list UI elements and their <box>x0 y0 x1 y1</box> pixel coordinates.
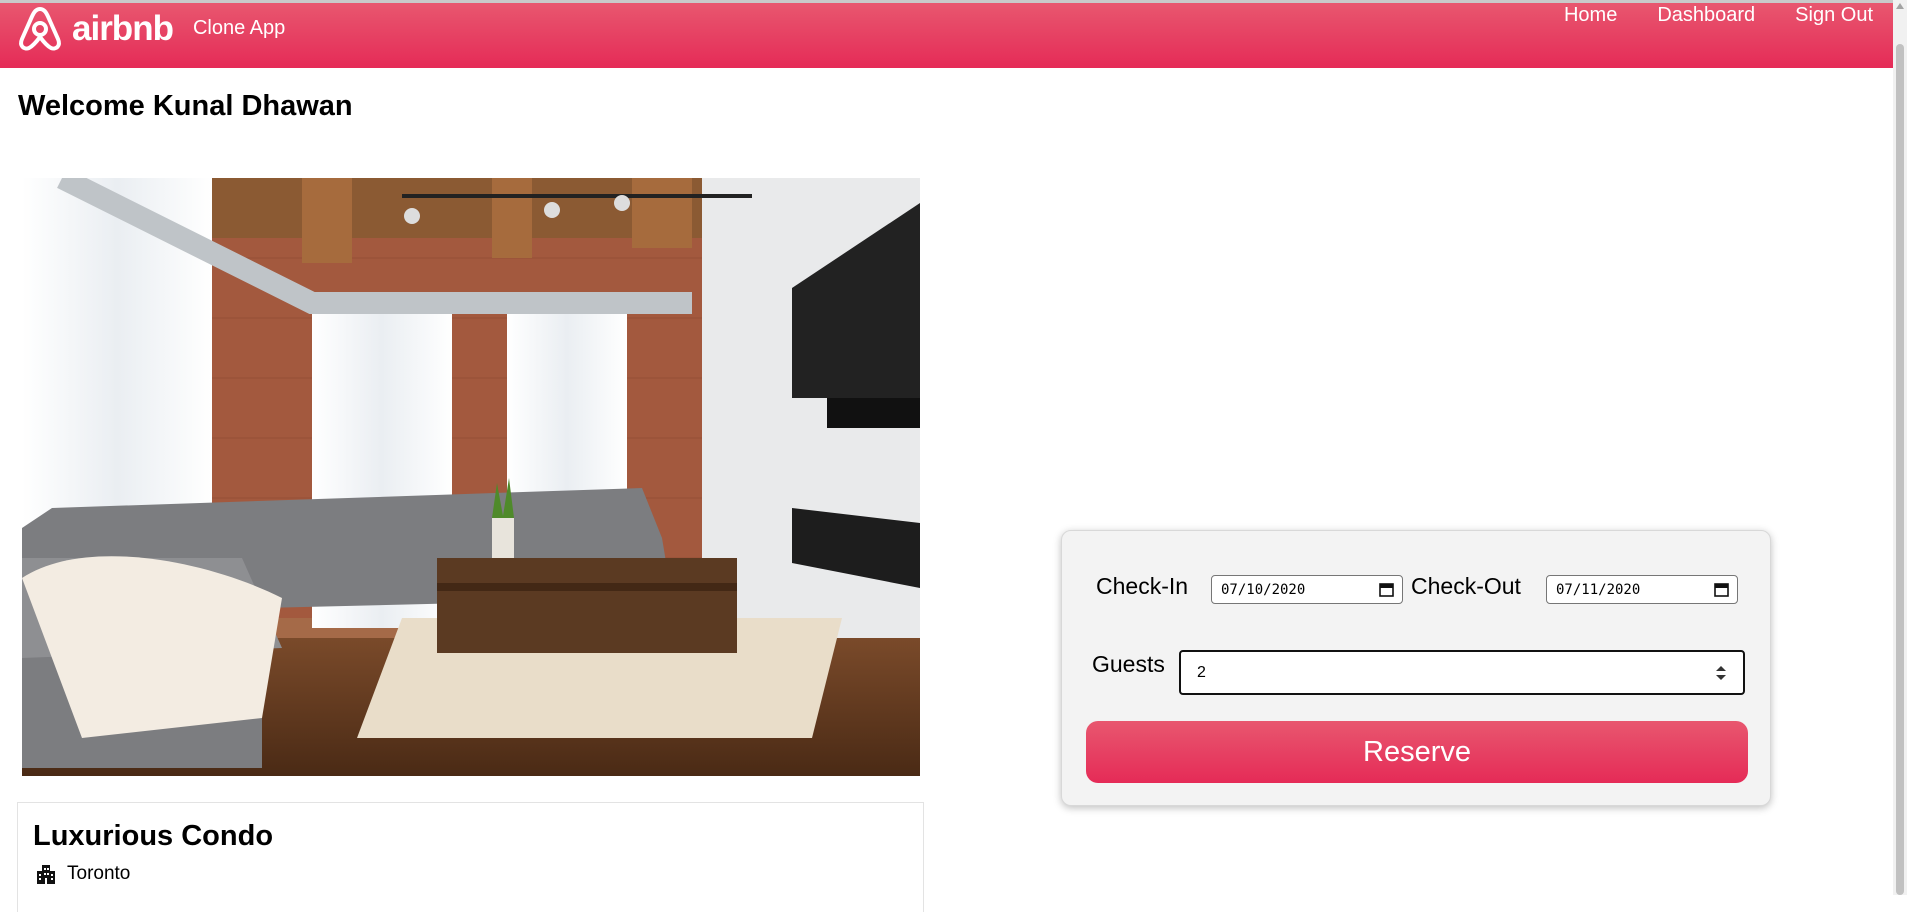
brand[interactable]: airbnb Clone App <box>16 5 285 51</box>
checkout-date-value: 07/11/2020 <box>1556 581 1641 598</box>
checkin-label: Check-In <box>1096 573 1189 599</box>
airbnb-logo-icon <box>19 7 61 51</box>
location-text: Toronto <box>67 863 131 884</box>
nav-dashboard-link[interactable]: Dashboard <box>1657 4 1755 27</box>
nav-signout-link[interactable]: Sign Out <box>1795 4 1873 27</box>
city-buildings-icon <box>37 865 55 884</box>
brand-subtitle: Clone App <box>192 16 286 39</box>
listing-location: Toronto <box>35 863 130 885</box>
listing-title: Luxurious Condo <box>33 820 274 852</box>
scroll-thumb[interactable] <box>1896 44 1904 895</box>
guests-label: Guests <box>1092 651 1165 677</box>
checkout-label: Check-Out <box>1411 573 1521 599</box>
checkin-date-input[interactable]: 07/10/2020 <box>1211 575 1403 604</box>
reserve-button[interactable]: Reserve <box>1086 721 1748 783</box>
main-nav: Home Dashboard Sign Out <box>1524 4 1873 27</box>
page-scrollbar[interactable] <box>1893 0 1907 895</box>
guests-value: 2 <box>1197 663 1206 681</box>
calendar-icon[interactable] <box>1714 582 1729 597</box>
number-spinner-icon[interactable] <box>1715 664 1727 682</box>
listing-photo <box>22 178 920 776</box>
calendar-icon[interactable] <box>1379 582 1394 597</box>
living-room-image <box>22 178 920 776</box>
checkin-date-value: 07/10/2020 <box>1221 581 1306 598</box>
nav-home-link[interactable]: Home <box>1564 4 1617 27</box>
brand-name: airbnb <box>72 8 174 48</box>
top-navigation-bar: airbnb Clone App Home Dashboard Sign Out <box>0 0 1893 68</box>
listing-card[interactable]: Luxurious Condo Toronto <box>17 802 924 912</box>
welcome-heading: Welcome Kunal Dhawan <box>18 90 353 122</box>
guests-number-input[interactable]: 2 <box>1179 650 1745 695</box>
checkout-date-input[interactable]: 07/11/2020 <box>1546 575 1738 604</box>
scroll-up-arrow-icon[interactable] <box>1896 3 1904 9</box>
booking-panel: Check-In 07/10/2020 Check-Out 07/11/2020… <box>1061 530 1771 806</box>
